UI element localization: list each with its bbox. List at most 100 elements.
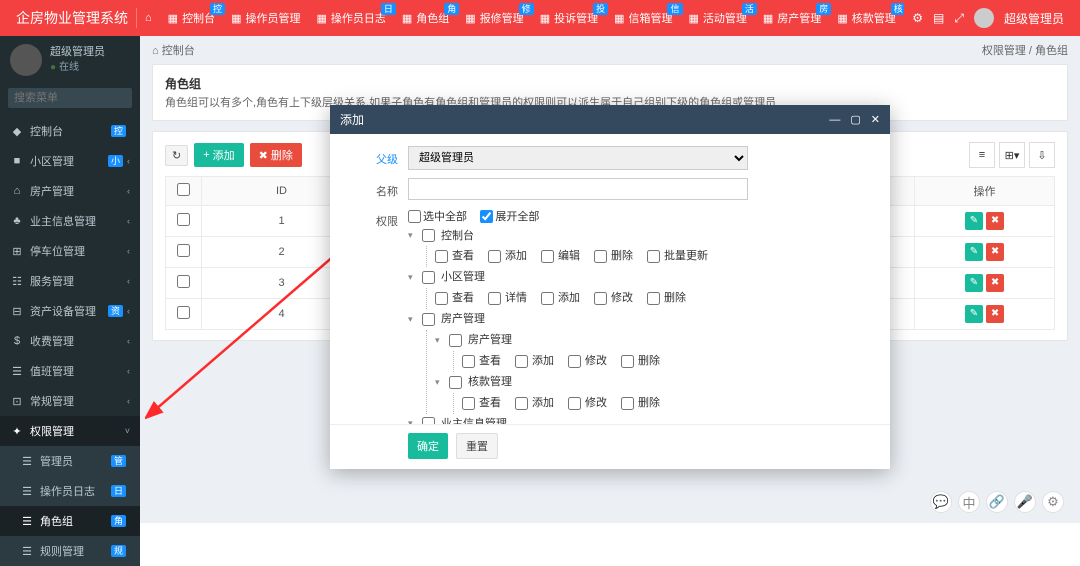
sidebar-item[interactable]: ✦权限管理˅ xyxy=(0,416,140,446)
avatar xyxy=(10,44,42,76)
menu-icon: ☷ xyxy=(10,275,24,288)
ok-button[interactable]: 确定 xyxy=(408,433,448,459)
sidebar-item[interactable]: ⊞停车位管理‹ xyxy=(0,236,140,266)
sidebar-item[interactable]: ⌂房产管理‹ xyxy=(0,176,140,206)
cog-icon[interactable]: ⚙ xyxy=(1042,491,1064,513)
nav-item[interactable]: ▦核款管理核 xyxy=(829,0,903,36)
sidebar-item[interactable]: ◆控制台控 xyxy=(0,116,140,146)
user-name: 超级管理员 xyxy=(50,45,105,60)
nav-item[interactable]: ▦操作员日志日 xyxy=(308,0,393,36)
delete-button[interactable]: ✖ xyxy=(986,274,1004,292)
tree-node[interactable]: ▾业主信息管理 xyxy=(408,414,872,424)
delete-button[interactable]: ✖删除 xyxy=(250,143,302,167)
sidebar-item[interactable]: $收费管理‹ xyxy=(0,326,140,356)
nav-icon: ▦ xyxy=(465,12,475,25)
edit-button[interactable]: ✎ xyxy=(965,305,983,323)
sidebar-item[interactable]: ⊟资产设备管理资‹ xyxy=(0,296,140,326)
search-input[interactable] xyxy=(8,88,132,108)
nav-item[interactable]: ▦控制台控 xyxy=(160,0,223,36)
sidebar-item[interactable]: ♣业主信息管理‹ xyxy=(0,206,140,236)
close-icon[interactable]: ✕ xyxy=(871,113,880,126)
mic-icon[interactable]: 🎤 xyxy=(1014,491,1036,513)
chevron-icon: ‹ xyxy=(127,396,130,406)
nav-item[interactable]: ▦报修管理修 xyxy=(457,0,531,36)
sidebar-subitem[interactable]: ☰角色组角 xyxy=(0,506,140,536)
row-check[interactable] xyxy=(177,275,190,288)
plus-icon: + xyxy=(203,149,209,161)
name-input[interactable] xyxy=(408,178,748,200)
sidebar-item[interactable]: ☰值班管理‹ xyxy=(0,356,140,386)
tree-node[interactable]: ▾小区管理 xyxy=(408,267,872,288)
tree-leaf-row: 查看添加编辑删除批量更新 xyxy=(435,246,872,267)
parent-select[interactable]: 超级管理员 xyxy=(408,146,748,170)
menu-icon: ⊡ xyxy=(10,395,24,408)
delete-button[interactable]: ✖ xyxy=(986,305,1004,323)
nav-icon: ▦ xyxy=(689,12,699,25)
lang-icon[interactable]: 中 xyxy=(958,491,980,513)
tree-node[interactable]: ▾核款管理 xyxy=(435,372,872,393)
view-grid-button[interactable]: ⊞▾ xyxy=(999,142,1025,168)
sidebar-subitem[interactable]: ☰管理员管 xyxy=(0,446,140,476)
link-icon[interactable]: 🔗 xyxy=(986,491,1008,513)
nav-item[interactable]: ▦投诉管理投 xyxy=(532,0,606,36)
chevron-icon: ‹ xyxy=(127,306,130,316)
chevron-icon: ‹ xyxy=(127,276,130,286)
minimize-icon[interactable]: — xyxy=(829,114,840,126)
chevron-icon: ˅ xyxy=(125,426,130,436)
nav-icon: ▦ xyxy=(540,12,550,25)
tree-node[interactable]: ▾房产管理 xyxy=(435,330,872,351)
breadcrumb-left[interactable]: 控制台 xyxy=(162,45,195,57)
menu-icon: ⊞ xyxy=(10,245,24,258)
chat-icon[interactable]: 💬 xyxy=(930,491,952,513)
menu-icon: $ xyxy=(10,335,24,347)
sidebar-item[interactable]: ☷服务管理‹ xyxy=(0,266,140,296)
tree-node[interactable]: ▾控制台 xyxy=(408,226,872,247)
row-check[interactable] xyxy=(177,306,190,319)
edit-button[interactable]: ✎ xyxy=(965,274,983,292)
modal-header[interactable]: 添加 — ▢ ✕ xyxy=(330,105,890,134)
maximize-icon[interactable]: ▢ xyxy=(850,113,860,126)
row-check[interactable] xyxy=(177,244,190,257)
delete-button[interactable]: ✖ xyxy=(986,243,1004,261)
chevron-icon: ‹ xyxy=(127,156,130,166)
check-all[interactable] xyxy=(177,183,190,196)
sidebar-item[interactable]: ■小区管理小‹ xyxy=(0,146,140,176)
row-check[interactable] xyxy=(177,213,190,226)
perm-tree: ▾控制台查看添加编辑删除批量更新▾小区管理查看详情添加修改删除▾房产管理▾房产管… xyxy=(408,226,872,425)
menu-icon: ◆ xyxy=(10,125,24,138)
view-list-button[interactable]: ≡ xyxy=(969,142,995,168)
expand-all-perm[interactable] xyxy=(480,210,493,223)
edit-button[interactable]: ✎ xyxy=(965,243,983,261)
add-button[interactable]: +添加 xyxy=(194,143,243,167)
menu-icon: ⌂ xyxy=(10,185,24,197)
nav-item[interactable]: ▦操作员管理 xyxy=(223,0,308,36)
sidebar-subitem[interactable]: ☰规则管理规 xyxy=(0,536,140,566)
nav-item[interactable]: ▦活动管理活 xyxy=(681,0,755,36)
nav-icon: ▦ xyxy=(402,12,412,25)
nav-item[interactable]: ▦房产管理房 xyxy=(755,0,829,36)
tree-leaf-row: 查看详情添加修改删除 xyxy=(435,288,872,309)
menu-icon: ☰ xyxy=(20,455,34,468)
export-button[interactable]: ⇩ xyxy=(1029,142,1055,168)
sidebar: 超级管理员 在线 ◆控制台控■小区管理小‹⌂房产管理‹♣业主信息管理‹⊞停车位管… xyxy=(0,36,140,523)
gear-icon[interactable]: ⚙ xyxy=(912,11,923,25)
nav-item[interactable]: ▦角色组角 xyxy=(394,0,457,36)
delete-button[interactable]: ✖ xyxy=(986,212,1004,230)
nav-item[interactable]: ▦信箱管理信 xyxy=(606,0,680,36)
expand-icon[interactable]: ⤢ xyxy=(954,11,964,26)
nav-icon: ▦ xyxy=(763,12,773,25)
avatar[interactable] xyxy=(974,8,994,28)
chevron-icon: ‹ xyxy=(127,186,130,196)
header-username[interactable]: 超级管理员 xyxy=(1004,10,1064,27)
notify-icon[interactable]: ▤ xyxy=(933,11,944,25)
nav-home[interactable]: ⌂ xyxy=(137,0,160,36)
reset-button[interactable]: 重置 xyxy=(456,433,498,459)
edit-button[interactable]: ✎ xyxy=(965,212,983,230)
sidebar-subitem[interactable]: ☰操作员日志日 xyxy=(0,476,140,506)
check-all-perm[interactable] xyxy=(408,210,421,223)
sidebar-item[interactable]: ⊡常规管理‹ xyxy=(0,386,140,416)
tree-node[interactable]: ▾房产管理 xyxy=(408,309,872,330)
menu-icon: ⊟ xyxy=(10,305,24,318)
home-icon: ⌂ xyxy=(152,45,162,57)
refresh-button[interactable]: ↻ xyxy=(165,145,188,166)
